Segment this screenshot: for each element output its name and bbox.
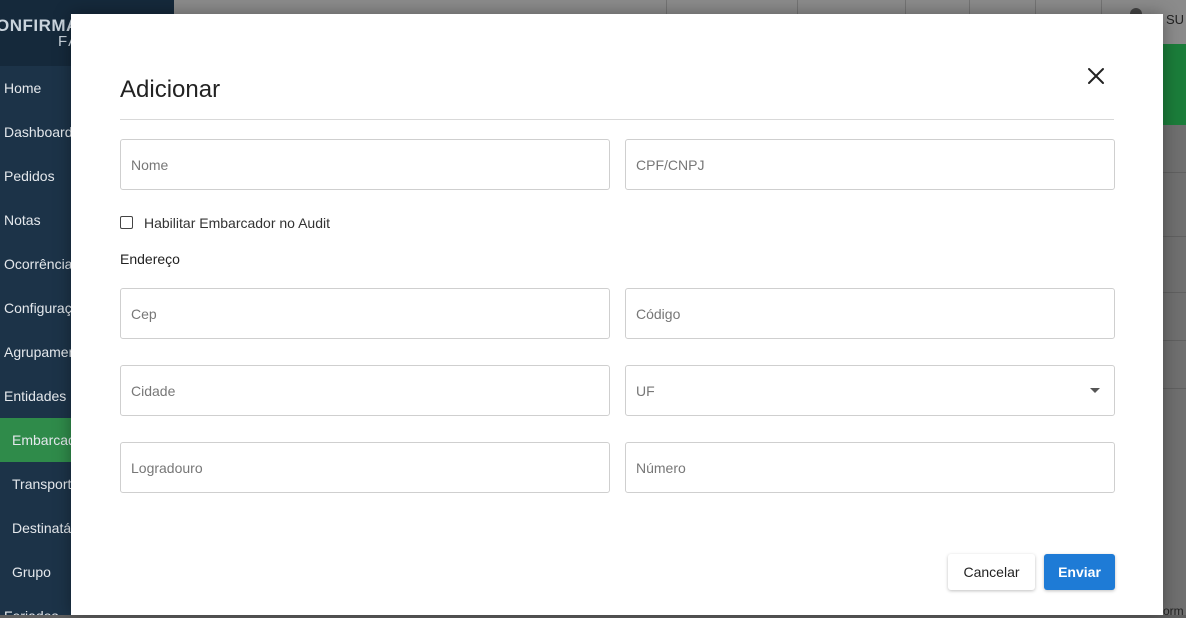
close-icon[interactable] [1084, 64, 1108, 88]
cidade-input[interactable] [121, 366, 609, 415]
audit-checkbox[interactable] [120, 216, 133, 229]
table-row-divider [1163, 388, 1186, 389]
audit-checkbox-label[interactable]: Habilitar Embarcador no Audit [144, 215, 330, 231]
cep-field-wrapper [120, 288, 610, 339]
dialog-title: Adicionar [120, 76, 221, 103]
add-dialog: Adicionar Habilitar Embarcador no Audit … [71, 14, 1163, 615]
cep-input[interactable] [121, 289, 609, 338]
numero-field-wrapper [625, 442, 1115, 493]
uf-select-label: UF [636, 383, 655, 399]
cpf-cnpj-field-wrapper [625, 139, 1115, 190]
title-divider [120, 119, 1114, 120]
uf-select[interactable]: UF [625, 365, 1115, 416]
codigo-input[interactable] [626, 289, 1114, 338]
logradouro-input[interactable] [121, 443, 609, 492]
codigo-field-wrapper [625, 288, 1115, 339]
table-row-divider [1163, 172, 1186, 173]
table-row-divider [1163, 236, 1186, 237]
topbar-user-name[interactable]: SU [1166, 12, 1184, 27]
table-row-divider [1163, 292, 1186, 293]
page-header-banner [1163, 44, 1186, 125]
footer-text: orm [1163, 604, 1184, 618]
logradouro-field-wrapper [120, 442, 610, 493]
cancel-button[interactable]: Cancelar [948, 554, 1035, 590]
nome-input[interactable] [121, 140, 609, 189]
numero-input[interactable] [626, 443, 1114, 492]
cidade-field-wrapper [120, 365, 610, 416]
table-row-divider [1163, 340, 1186, 341]
chevron-down-icon [1090, 388, 1100, 393]
address-section-heading: Endereço [120, 251, 180, 267]
submit-button[interactable]: Enviar [1044, 554, 1115, 590]
nome-field-wrapper [120, 139, 610, 190]
cpf-cnpj-input[interactable] [626, 140, 1114, 189]
